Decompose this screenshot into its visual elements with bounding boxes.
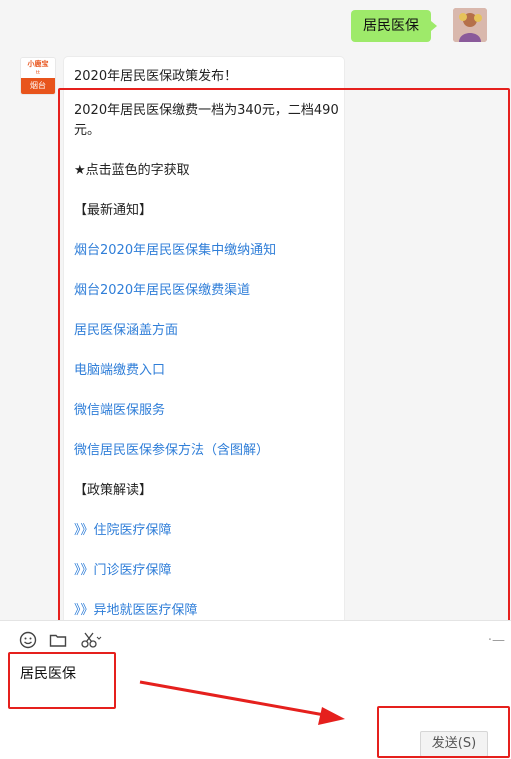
user-avatar-image [453,8,487,42]
emoji-icon[interactable] [18,631,38,651]
bot-avatar-logo: 小鹿宝 tt [21,58,55,78]
user-avatar[interactable] [453,8,487,42]
annotation-box-input [8,652,116,709]
annotation-box-message [58,88,510,620]
annotation-box-send [377,706,510,758]
bot-avatar[interactable]: 小鹿宝 tt 烟台 [20,57,56,95]
folder-icon[interactable] [48,631,68,651]
bot-avatar-city: 烟台 [21,78,55,94]
more-options-icon[interactable]: ·— [488,633,505,648]
card-title: 2020年居民医保政策发布！ [74,69,238,84]
chat-area: 居民医保 小鹿宝 tt 烟台 2020年居民医保政策发布！ 2020年居民医保缴… [0,0,511,620]
scissors-icon[interactable] [80,631,102,651]
outgoing-message-bubble[interactable]: 居民医保 [351,10,437,42]
